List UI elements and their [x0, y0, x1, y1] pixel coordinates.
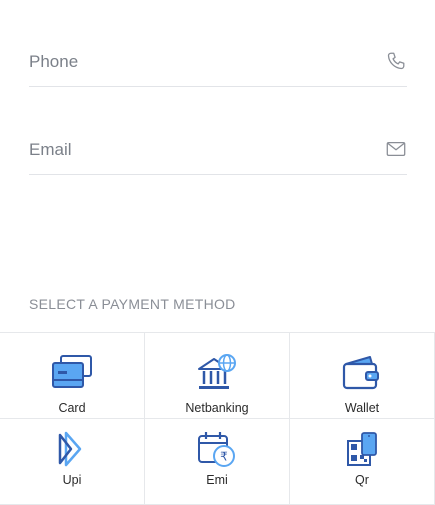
payment-method-title: SELECT A PAYMENT METHOD: [29, 296, 236, 312]
payment-method-card[interactable]: Card: [0, 333, 145, 419]
card-icon: [52, 355, 92, 388]
payment-method-netbanking[interactable]: Netbanking: [145, 333, 290, 419]
svg-text:₹: ₹: [220, 450, 228, 464]
payment-method-upi[interactable]: Upi: [0, 419, 145, 505]
payment-method-netbanking-label: Netbanking: [185, 401, 249, 415]
mail-icon: [386, 141, 406, 157]
email-field[interactable]: Email: [29, 134, 407, 175]
qr-icon: [347, 432, 377, 466]
payment-method-grid: Card Netbanking Wallet Upi ₹ Emi Qr: [0, 332, 435, 505]
phone-placeholder: Phone: [29, 52, 79, 71]
payment-method-wallet[interactable]: Wallet: [290, 333, 435, 419]
phone-field[interactable]: Phone: [29, 46, 407, 87]
payment-method-emi[interactable]: ₹ Emi: [145, 419, 290, 505]
payment-method-qr[interactable]: Qr: [290, 419, 435, 505]
payment-method-emi-label: Emi: [206, 473, 228, 487]
wallet-icon: [342, 356, 379, 390]
payment-method-qr-label: Qr: [355, 473, 369, 487]
email-placeholder: Email: [29, 140, 72, 159]
phone-icon: [387, 52, 405, 70]
payment-method-upi-label: Upi: [62, 473, 82, 487]
emi-calendar-icon: ₹: [198, 432, 235, 467]
payment-method-wallet-label: Wallet: [344, 401, 380, 415]
payment-method-card-label: Card: [58, 401, 86, 415]
bank-icon: [198, 354, 236, 389]
upi-icon: [58, 431, 82, 467]
